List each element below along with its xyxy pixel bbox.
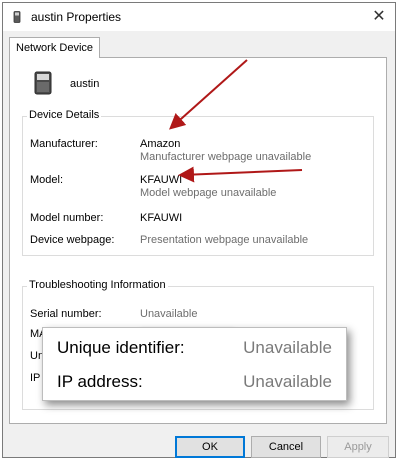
- device-webpage-value: Presentation webpage unavailable: [140, 234, 309, 246]
- troubleshooting-heading: Troubleshooting Information: [27, 279, 168, 291]
- model-value: KFAUWI: [140, 174, 183, 186]
- callout-unique-identifier-value: Unavailable: [243, 338, 332, 357]
- callout-ip-address-label: IP address:: [57, 372, 143, 391]
- manufacturer-webpage-status: Manufacturer webpage unavailable: [140, 151, 312, 163]
- close-icon: ✕: [372, 8, 386, 25]
- serial-number-value: Unavailable: [140, 308, 198, 320]
- callout-unique-identifier-label: Unique identifier:: [57, 338, 185, 357]
- tab-network-device[interactable]: Network Device: [9, 37, 101, 58]
- device-name: austin: [70, 78, 100, 90]
- network-device-icon: [34, 71, 52, 95]
- model-webpage-status: Model webpage unavailable: [140, 187, 277, 199]
- model-number-value: KFAUWI: [140, 212, 183, 224]
- window-title: austin Properties: [31, 10, 122, 24]
- callout-ip-address-value: Unavailable: [243, 372, 332, 391]
- device-webpage-label: Device webpage:: [30, 234, 115, 246]
- device-title-icon: [13, 11, 21, 23]
- close-button[interactable]: ✕: [369, 7, 389, 27]
- serial-number-label: Serial number:: [30, 308, 102, 320]
- apply-button[interactable]: Apply: [327, 436, 389, 458]
- manufacturer-value: Amazon: [140, 138, 181, 150]
- zoomed-callout: Unique identifier: Unavailable IP addres…: [42, 327, 347, 401]
- cancel-button[interactable]: Cancel: [251, 436, 321, 458]
- title-bar: austin Properties ✕: [3, 3, 395, 31]
- manufacturer-label: Manufacturer:: [30, 138, 98, 150]
- model-label: Model:: [30, 174, 64, 186]
- ok-button[interactable]: OK: [175, 436, 245, 458]
- device-details-heading: Device Details: [27, 109, 102, 121]
- model-number-label: Model number:: [30, 212, 104, 224]
